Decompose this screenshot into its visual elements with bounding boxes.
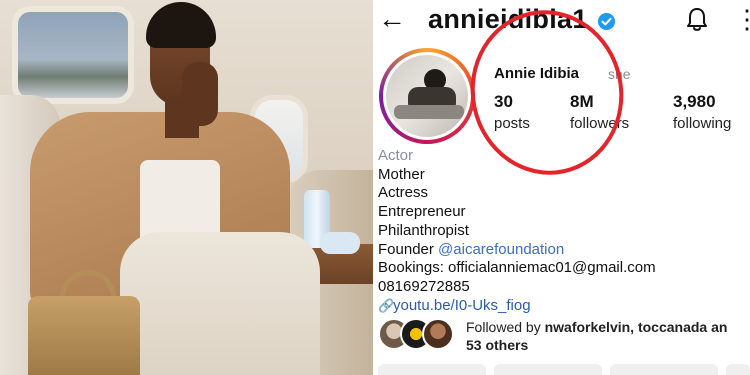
founder-mention-link[interactable]: @aicarefoundation xyxy=(438,241,564,258)
bio-line: Entrepreneur xyxy=(378,203,466,221)
avatar-figure-legs xyxy=(394,105,464,119)
back-arrow-icon[interactable]: ← xyxy=(378,4,406,34)
followed-by-names: nwaforkelvin, toccanada an xyxy=(544,319,728,335)
followed-by[interactable]: Followed by nwaforkelvin, toccanada an 5… xyxy=(378,318,750,354)
bio-founder: Founder @aicarefoundation xyxy=(378,241,656,260)
bio-line: Mother xyxy=(378,165,425,183)
more-options-icon[interactable]: ⋮ xyxy=(734,4,750,34)
bio-bookings: Bookings: officialanniemac01@gmail.com xyxy=(378,259,656,277)
followed-by-prefix: Followed by xyxy=(466,319,541,335)
founder-prefix: Founder xyxy=(378,240,434,258)
following-count[interactable]: 3,980 xyxy=(673,92,716,112)
following-label: following xyxy=(673,115,732,132)
bio-link-text[interactable]: youtu.be/I0-Uks_fiog xyxy=(393,297,531,314)
email-button[interactable] xyxy=(610,364,718,375)
action-buttons xyxy=(378,364,750,375)
bio-link[interactable]: 🔗youtu.be/I0-Uks_fiog xyxy=(378,297,656,316)
bio: Actor Mother Actress Entrepreneur Philan… xyxy=(378,147,656,315)
handbag xyxy=(28,296,140,375)
link-icon: 🔗 xyxy=(378,297,395,313)
bio-category: Actor xyxy=(378,147,414,164)
face-mask xyxy=(320,232,360,254)
followed-by-others: 53 others xyxy=(466,337,529,353)
follower-avatar xyxy=(422,318,454,350)
bio-line: Actress xyxy=(378,184,429,202)
profile-photo-collage xyxy=(0,0,373,375)
bio-phone: 08169272885 xyxy=(378,277,470,295)
hand xyxy=(182,62,218,126)
avatar-image xyxy=(386,55,468,137)
message-button[interactable] xyxy=(494,364,602,375)
airplane-window xyxy=(12,6,134,104)
bio-line: Philanthropist xyxy=(378,221,469,239)
avatar-border xyxy=(383,52,471,140)
instagram-profile: ← annieidibia1 ⋮ Annie Idibia she 30 pos… xyxy=(373,0,750,375)
follow-button[interactable] xyxy=(378,364,486,375)
avatar[interactable] xyxy=(379,48,475,144)
suggest-button[interactable] xyxy=(726,364,750,375)
trousers xyxy=(120,232,320,375)
bell-icon[interactable] xyxy=(686,7,708,33)
verified-badge-icon xyxy=(597,12,616,31)
followed-by-text: Followed by nwaforkelvin, toccanada an 5… xyxy=(466,318,727,354)
